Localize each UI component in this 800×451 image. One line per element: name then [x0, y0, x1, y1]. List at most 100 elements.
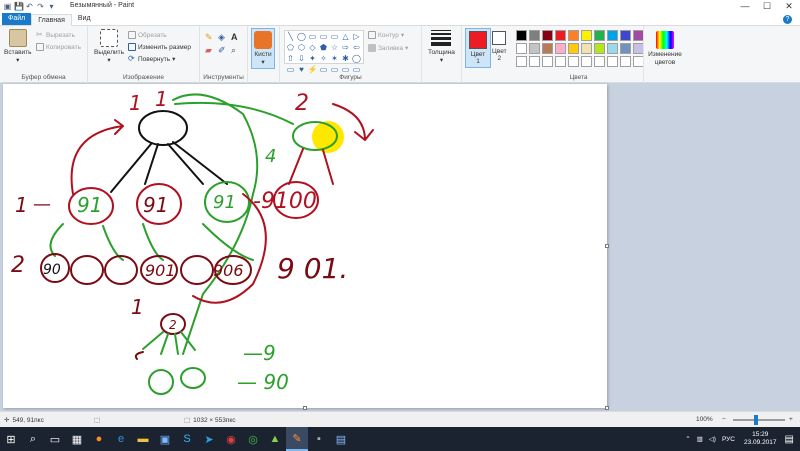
- help-icon[interactable]: ?: [783, 15, 792, 24]
- shape-option[interactable]: ◯: [296, 31, 307, 42]
- zoom-slider-track[interactable]: [733, 419, 785, 421]
- task-view-icon[interactable]: ▭: [44, 427, 66, 451]
- edit-colors-button[interactable]: Изменение цветов: [646, 31, 684, 67]
- redo-icon[interactable]: ↷: [36, 2, 45, 11]
- clock[interactable]: 15:29 23.09.2017: [744, 431, 777, 447]
- drawing-canvas[interactable]: 1 1 2 4 1 — 2 91 91 91 -9100 90 901 906 …: [3, 84, 607, 408]
- outline-icon: [368, 31, 376, 39]
- shape-option[interactable]: △: [340, 31, 351, 42]
- taskbar: ⊞ ⌕ ▭ ▦ ● e ▬ ▣ S ➤ ◉ ◎ ▲ ✎ ▪ ▤ ⌃ ▥ ◁) Р…: [0, 427, 800, 451]
- shape-option[interactable]: ✧: [318, 53, 329, 64]
- store-icon[interactable]: ▣: [154, 427, 176, 451]
- tab-file[interactable]: Файл: [2, 13, 32, 25]
- camera-icon[interactable]: ▪: [308, 427, 330, 451]
- group-label-tools: Инструменты: [203, 74, 244, 81]
- color1-button[interactable]: Цвет 1: [465, 28, 491, 68]
- resize-icon: [128, 43, 136, 51]
- brushes-button[interactable]: Кисти ▾: [251, 28, 275, 69]
- shape-option[interactable]: ✱: [340, 53, 351, 64]
- app-icon-blue[interactable]: ▤: [330, 427, 352, 451]
- group-image: Выделить ▾ Обрезать Изменить размер ⟳ По…: [88, 26, 200, 83]
- paste-button[interactable]: Вставить ▾: [4, 29, 32, 64]
- close-button[interactable]: ✕: [778, 0, 800, 13]
- node-bottom-left: [148, 369, 174, 395]
- group-colors: Цвета: [514, 26, 644, 83]
- rotate-button[interactable]: ⟳ Повернуть ▾: [128, 55, 176, 64]
- skype-icon[interactable]: S: [176, 427, 198, 451]
- search-icon[interactable]: ⌕: [22, 427, 44, 451]
- shape-option[interactable]: ▭: [329, 31, 340, 42]
- save-icon[interactable]: 💾: [14, 2, 24, 11]
- group-active-colors: Цвет 1 Цвет 2: [462, 26, 514, 83]
- resize-handle-corner[interactable]: [605, 406, 609, 410]
- fill-button[interactable]: Заливка ▾: [368, 44, 408, 52]
- color-picker-icon[interactable]: ✐: [218, 45, 230, 57]
- shape-option[interactable]: ✦: [307, 53, 318, 64]
- shape-option[interactable]: ╲: [285, 31, 296, 42]
- label-4: 4: [265, 146, 276, 167]
- shape-option[interactable]: ▭: [318, 31, 329, 42]
- root-node: [138, 110, 188, 146]
- shape-option[interactable]: ✶: [329, 53, 340, 64]
- maximize-button[interactable]: ☐: [756, 0, 778, 13]
- zoom-in-button[interactable]: +: [789, 416, 793, 423]
- shape-option[interactable]: ⬟: [318, 42, 329, 53]
- zoom-slider-thumb[interactable]: [754, 415, 758, 425]
- crop-button[interactable]: Обрезать: [128, 31, 167, 39]
- text-icon[interactable]: A: [231, 32, 243, 44]
- notifications-icon[interactable]: ▤: [785, 434, 794, 445]
- volume-icon[interactable]: ◁): [709, 435, 716, 443]
- cut-button[interactable]: ✂ Вырезать: [36, 31, 75, 39]
- shape-option[interactable]: ⇩: [296, 53, 307, 64]
- network-icon[interactable]: ▥: [697, 435, 703, 443]
- shape-option[interactable]: ◇: [307, 42, 318, 53]
- canvas-drawing: 1 1 2 4 1 — 2 91 91 91 -9100 90 901 906 …: [11, 87, 374, 395]
- edge-icon[interactable]: e: [110, 427, 132, 451]
- copy-button[interactable]: Копировать: [36, 43, 81, 51]
- spotify-icon[interactable]: ◎: [242, 427, 264, 451]
- shape-option[interactable]: ▷: [351, 31, 362, 42]
- shape-option[interactable]: ⇧: [285, 53, 296, 64]
- shape-option[interactable]: ⬠: [285, 42, 296, 53]
- fill-icon[interactable]: ◈: [218, 32, 230, 44]
- group-tools: ✎ ◈ A ▰ ✐ ⌕ Инструменты: [200, 26, 248, 83]
- telegram-icon[interactable]: ➤: [198, 427, 220, 451]
- color2-button[interactable]: Цвет 2: [492, 31, 507, 62]
- language-indicator[interactable]: РУС: [722, 436, 735, 443]
- resize-button[interactable]: Изменить размер: [128, 43, 191, 51]
- magnifier-icon[interactable]: ⌕: [231, 45, 243, 57]
- tab-home[interactable]: Главная: [31, 14, 72, 26]
- select-button[interactable]: Выделить ▾: [94, 29, 124, 64]
- resize-handle-bottom[interactable]: [303, 406, 307, 410]
- shape-option[interactable]: ☆: [329, 42, 340, 53]
- group-size: Толщина ▾: [422, 26, 462, 83]
- app-icon-green[interactable]: ▲: [264, 427, 286, 451]
- chrome-icon[interactable]: ◉: [220, 427, 242, 451]
- tab-view[interactable]: Вид: [72, 13, 97, 25]
- size-button[interactable]: Толщина ▾: [428, 29, 455, 64]
- tray-chevron-icon[interactable]: ⌃: [685, 435, 690, 443]
- shape-option[interactable]: ◯: [351, 53, 362, 64]
- shape-option[interactable]: ⇨: [340, 42, 351, 53]
- file-explorer-icon[interactable]: ▬: [132, 427, 154, 451]
- shapes-gallery[interactable]: ╲ ◯ ▭ ▭ ▭ △ ▷ ⬠ ⬡ ◇ ⬟ ☆ ⇨ ⇦ ⇧ ⇩ ✦ ✧ ✶ ✱ ◯ ▭ ♥ ⚡ ▭ ▭ ▭ ▭: [284, 30, 364, 74]
- calculator-icon[interactable]: ▦: [66, 427, 88, 451]
- label-9-01: 9 01.: [277, 252, 348, 285]
- resize-handle-right[interactable]: [605, 244, 609, 248]
- firefox-icon[interactable]: ●: [88, 427, 110, 451]
- pencil-icon[interactable]: ✎: [205, 32, 217, 44]
- shape-option[interactable]: ⇦: [351, 42, 362, 53]
- group-label-shapes: Фигуры: [339, 74, 362, 81]
- undo-icon[interactable]: ↶: [25, 2, 34, 11]
- chevron-down-icon: ▾: [172, 56, 176, 63]
- customize-qat-icon[interactable]: ▾: [47, 2, 56, 11]
- minimize-button[interactable]: —: [734, 0, 756, 13]
- color1-swatch: [469, 31, 487, 49]
- windows-start-icon[interactable]: ⊞: [0, 427, 22, 451]
- paint-taskbar-icon[interactable]: ✎: [286, 427, 308, 451]
- outline-button[interactable]: Контур ▾: [368, 31, 404, 39]
- shape-option[interactable]: ▭: [307, 31, 318, 42]
- eraser-icon[interactable]: ▰: [205, 45, 217, 57]
- shape-option[interactable]: ⬡: [296, 42, 307, 53]
- zoom-out-button[interactable]: −: [722, 416, 726, 423]
